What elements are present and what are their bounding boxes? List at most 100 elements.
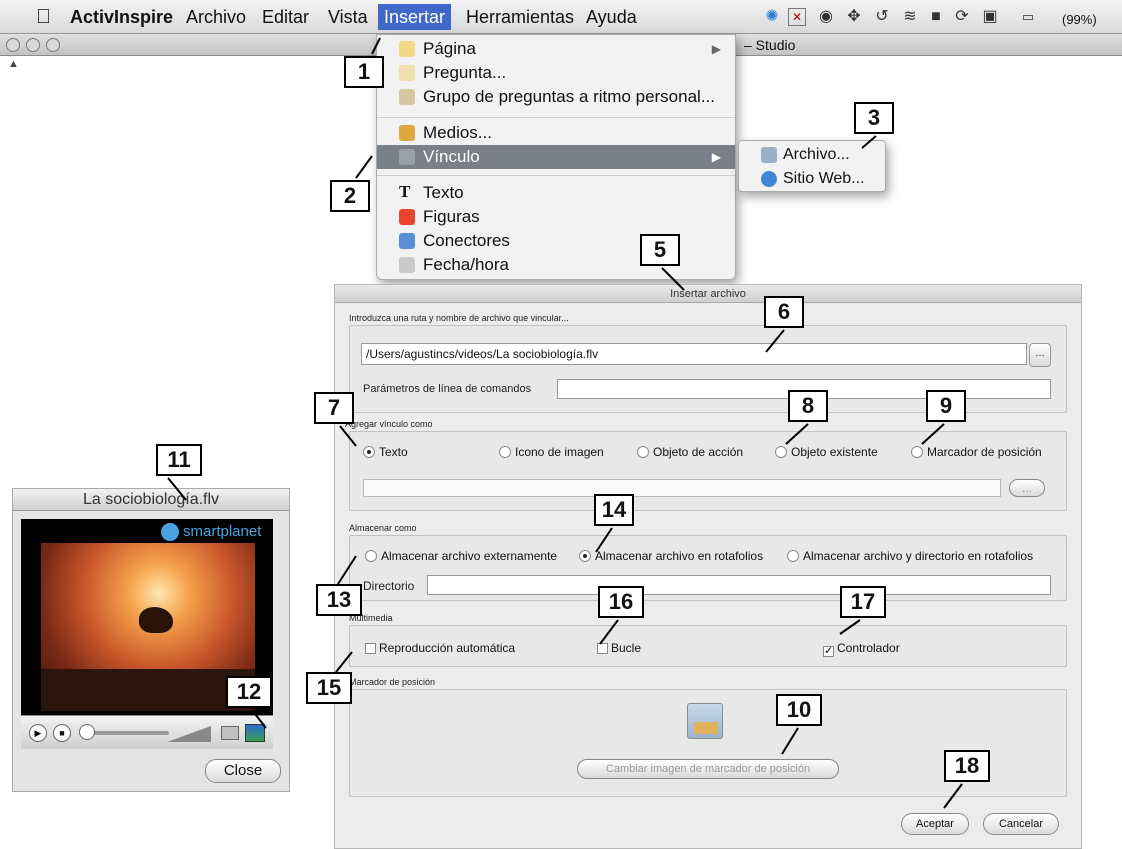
cancel-button[interactable]: Cancelar: [983, 813, 1059, 835]
radio-dot: [787, 550, 799, 562]
radio-objeto-accion[interactable]: Objeto de acción: [637, 445, 743, 459]
battery-percent: (99%): [1062, 12, 1097, 27]
link-text-input[interactable]: [363, 479, 1001, 497]
menu-item-pregunta[interactable]: Pregunta...: [377, 61, 735, 85]
stop-icon[interactable]: ■: [53, 724, 71, 742]
file-path-input[interactable]: /Users/agustincs/videos/La sociobiología…: [361, 343, 1027, 365]
menu-item-vinculo[interactable]: Vínculo ▶: [377, 145, 735, 169]
ok-button[interactable]: Aceptar: [901, 813, 969, 835]
link-as-group: [349, 431, 1067, 511]
display-icon[interactable]: ▣: [980, 7, 1000, 27]
callout-10: 10: [776, 694, 822, 726]
window-title: – Studio: [744, 37, 796, 53]
callout-1: 1: [344, 56, 384, 88]
question-group-icon: [399, 89, 415, 105]
checkbox-autoplay[interactable]: Reproducción automática: [365, 641, 515, 655]
checkbox-controller[interactable]: ✓ Controlador: [823, 641, 900, 657]
globe-icon: [761, 171, 777, 187]
scroll-icon[interactable]: ▲: [8, 58, 22, 70]
radio-almacenar-externamente[interactable]: Almacenar archivo externamente: [365, 549, 557, 563]
sync-icon[interactable]: ✺: [762, 7, 782, 27]
link-submenu: Archivo... Sitio Web...: [738, 140, 886, 192]
progress-handle[interactable]: [79, 724, 95, 740]
menu-item-figuras[interactable]: Figuras: [377, 205, 735, 229]
wifi-icon[interactable]: ≋: [900, 7, 920, 27]
menu-item-texto[interactable]: T Texto: [377, 181, 735, 205]
menu-item-pagina[interactable]: Página ▶: [377, 37, 735, 61]
window-zoom-button[interactable]: [46, 38, 60, 52]
time-machine-icon[interactable]: ↺: [872, 7, 892, 27]
browse-button[interactable]: ...: [1029, 343, 1051, 367]
radio-icono-imagen[interactable]: Icono de imagen: [499, 445, 604, 459]
video-player-window: La sociobiología.flv smartplanet ▶ ■ Clo…: [12, 488, 290, 792]
submenu-item-archivo[interactable]: Archivo...: [739, 143, 885, 167]
radio-dot: [775, 446, 787, 458]
link-icon: [399, 149, 415, 165]
radio-almacenar-rotafolios[interactable]: Almacenar archivo en rotafolios: [579, 549, 763, 563]
menu-item-conectores[interactable]: Conectores: [377, 229, 735, 253]
record-icon[interactable]: ◉: [816, 7, 836, 27]
smartplanet-logo-icon: [161, 523, 179, 541]
radio-dot: [499, 446, 511, 458]
callout-18: 18: [944, 750, 990, 782]
submenu-item-sitio-web[interactable]: Sitio Web...: [739, 167, 885, 191]
checkbox-loop[interactable]: Bucle: [597, 641, 641, 655]
media-icon: [399, 125, 415, 141]
close-button[interactable]: Close: [205, 759, 281, 783]
callout-8: 8: [788, 390, 828, 422]
app-menu[interactable]: ActivInspire: [70, 6, 173, 28]
video-animal-silhouette: [139, 607, 173, 633]
play-icon[interactable]: ▶: [29, 724, 47, 742]
window-close-button[interactable]: [6, 38, 20, 52]
battery-icon[interactable]: ▭: [1012, 7, 1044, 27]
video-ground: [41, 669, 255, 711]
apple-icon[interactable]: : [36, 6, 51, 28]
callout-17: 17: [840, 586, 886, 618]
callout-7: 7: [314, 392, 354, 424]
lock-icon[interactable]: ■: [926, 7, 946, 27]
datetime-icon: [399, 257, 415, 273]
radio-objeto-existente[interactable]: Objeto existente: [775, 445, 878, 459]
text-icon: T: [399, 182, 411, 201]
menu-vista[interactable]: Vista: [328, 6, 368, 28]
video-frame[interactable]: smartplanet: [21, 519, 273, 745]
menu-herramientas[interactable]: Herramientas: [466, 6, 574, 28]
menu-item-fecha-hora[interactable]: Fecha/hora: [377, 253, 735, 277]
fullscreen-icon[interactable]: [245, 724, 265, 742]
volume-slider[interactable]: [167, 726, 211, 742]
menu-ayuda[interactable]: Ayuda: [586, 6, 637, 28]
placeholder-image-icon: [687, 703, 723, 739]
screenshot-icon[interactable]: [221, 726, 239, 740]
radio-dot: [363, 446, 375, 458]
crosshair-icon[interactable]: ✥: [844, 7, 864, 27]
player-title: La sociobiología.flv: [13, 489, 289, 511]
dialog-title: Insertar archivo: [335, 285, 1081, 303]
menu-insertar[interactable]: Insertar: [378, 4, 452, 30]
radio-texto[interactable]: Texto: [363, 445, 408, 459]
menu-item-medios[interactable]: Medios...: [377, 121, 735, 145]
insert-menu: Página ▶ Pregunta... Grupo de preguntas …: [376, 34, 736, 280]
menu-item-grupo-preguntas[interactable]: Grupo de preguntas a ritmo personal...: [377, 85, 735, 109]
window-minimize-button[interactable]: [26, 38, 40, 52]
menu-archivo[interactable]: Archivo: [186, 6, 246, 28]
callout-2: 2: [330, 180, 370, 212]
radio-dot: [365, 550, 377, 562]
refresh-icon[interactable]: ⟳: [952, 7, 972, 27]
close-box-icon[interactable]: ✕: [788, 8, 806, 26]
callout-12: 12: [226, 676, 272, 708]
directory-input[interactable]: [427, 575, 1051, 595]
placeholder-label: Marcador de posición: [349, 677, 436, 687]
submenu-arrow-icon: ▶: [711, 150, 721, 164]
params-label: Parámetros de línea de comandos: [363, 383, 532, 395]
radio-almacenar-archivo-directorio[interactable]: Almacenar archivo y directorio en rotafo…: [787, 549, 1033, 563]
path-prompt: Introduzca una ruta y nombre de archivo …: [349, 313, 569, 323]
link-browse-button[interactable]: ...: [1009, 479, 1045, 497]
change-placeholder-button[interactable]: Cambiar imagen de marcador de posición: [577, 759, 839, 779]
radio-marcador-posicion[interactable]: Marcador de posición: [911, 445, 1042, 459]
toolbox-icon: [694, 722, 718, 734]
link-as-label: Agregar vínculo como: [345, 419, 433, 429]
menu-editar[interactable]: Editar: [262, 6, 309, 28]
callout-16: 16: [598, 586, 644, 618]
checkbox-box: [597, 643, 608, 654]
callout-9: 9: [926, 390, 966, 422]
